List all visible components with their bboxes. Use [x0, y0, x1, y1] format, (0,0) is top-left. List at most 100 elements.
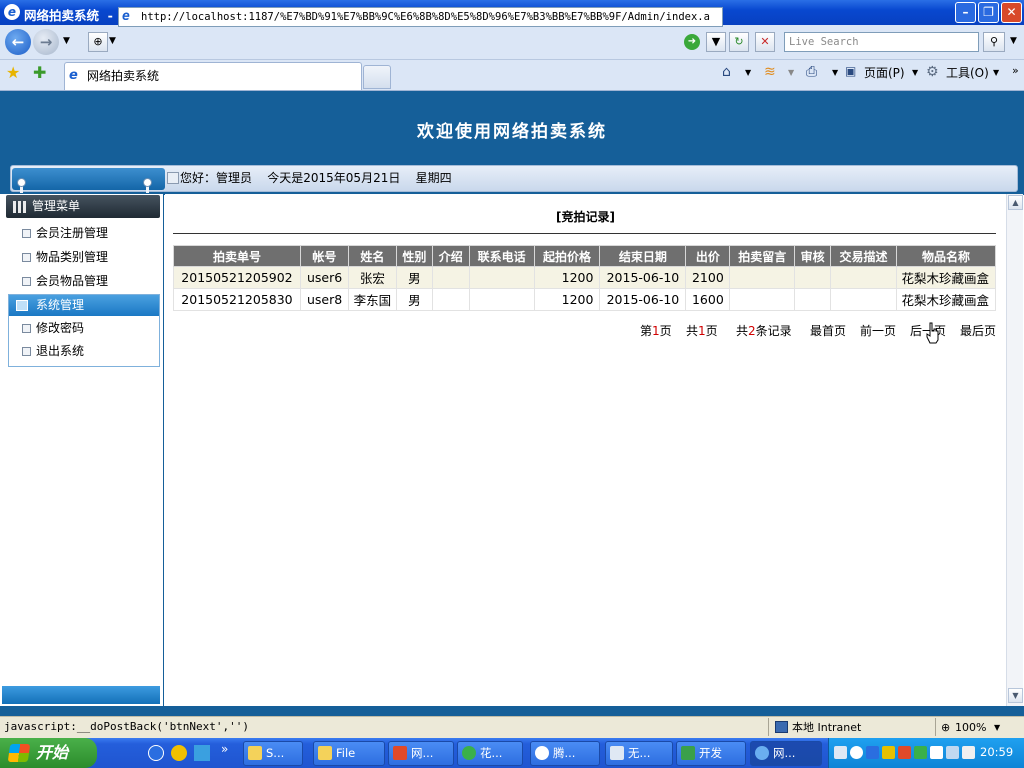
- table-cell: [830, 266, 897, 289]
- col-header: 拍卖单号: [173, 245, 301, 267]
- home-dropdown-icon[interactable]: ▼: [745, 68, 751, 77]
- table-cell: 1200: [533, 266, 601, 289]
- tray-icon[interactable]: [914, 746, 927, 759]
- taskbar-item[interactable]: 腾...: [530, 741, 600, 766]
- toolbar-overflow-icon[interactable]: »: [1012, 64, 1019, 77]
- taskbar-item[interactable]: S...: [243, 741, 303, 766]
- address-input[interactable]: e http://localhost:1187/%E7%BD%91%E7%BB%…: [118, 7, 723, 27]
- status-bar: javascript:__doPostBack('btnNext',''): [0, 716, 1024, 738]
- table-cell: user8: [299, 288, 349, 311]
- col-header: 交易描述: [830, 245, 897, 267]
- col-header: 出价: [685, 245, 731, 267]
- stop-icon[interactable]: ✕: [755, 32, 775, 52]
- forward-button[interactable]: →: [33, 29, 59, 55]
- taskbar-item[interactable]: 开发: [676, 741, 746, 766]
- print-dropdown-icon[interactable]: ▼: [832, 68, 838, 77]
- tools-dropdown-icon[interactable]: ▼: [993, 68, 999, 77]
- tray-icon[interactable]: [866, 746, 879, 759]
- tray-icon[interactable]: [850, 746, 863, 759]
- history-dropdown-icon[interactable]: ▼: [63, 36, 70, 46]
- zoom-level[interactable]: 100%: [955, 718, 986, 738]
- taskbar-item[interactable]: 花...: [457, 741, 523, 766]
- taskbar-item[interactable]: 网...: [750, 741, 822, 766]
- search-icon[interactable]: ⚲: [983, 32, 1005, 52]
- browser-tab[interactable]: e 网络拍卖系统: [64, 62, 362, 90]
- task-label: 开发: [699, 746, 722, 760]
- pager-prev-link[interactable]: 前一页: [860, 323, 896, 339]
- quicklaunch-desktop-icon[interactable]: [194, 745, 210, 761]
- task-label: File: [336, 746, 356, 760]
- taskbar-item[interactable]: 无...: [605, 741, 673, 766]
- pager-total-pages: 共1页: [686, 323, 718, 339]
- sidebar-item-category[interactable]: 物品类别管理: [22, 249, 108, 265]
- tray-icon[interactable]: [898, 746, 911, 759]
- tray-icon[interactable]: [882, 746, 895, 759]
- home-icon[interactable]: ⌂: [722, 64, 731, 80]
- scroll-up-icon[interactable]: ▲: [1008, 195, 1023, 210]
- sidebar-footer: [2, 686, 160, 704]
- close-window-button[interactable]: ✕: [1001, 2, 1022, 23]
- volume-icon[interactable]: [962, 746, 975, 759]
- address-dropdown-icon[interactable]: ▼: [706, 32, 726, 52]
- keyboard-icon[interactable]: [834, 746, 847, 759]
- tray-icon[interactable]: [930, 746, 943, 759]
- scroll-down-icon[interactable]: ▼: [1008, 688, 1023, 703]
- task-icon: [462, 746, 476, 760]
- hand-cursor-icon: [926, 322, 939, 344]
- sidebar-item-logout[interactable]: 退出系统: [22, 343, 84, 359]
- search-dropdown-icon[interactable]: ▼: [1010, 36, 1017, 46]
- refresh-icon[interactable]: ↻: [729, 32, 749, 52]
- quicklaunch-overflow-icon[interactable]: »: [221, 742, 228, 756]
- table-cell: [729, 266, 796, 289]
- sidebar-item-change-password[interactable]: 修改密码: [22, 320, 84, 336]
- add-favorites-icon[interactable]: ✚: [33, 63, 46, 82]
- zoom-dropdown-icon[interactable]: ▼: [994, 723, 1000, 732]
- windows-logo-icon: [7, 744, 31, 762]
- feeds-icon[interactable]: ≋: [764, 64, 776, 80]
- go-icon[interactable]: ➜: [684, 34, 700, 50]
- sidebar-item-member-goods[interactable]: 会员物品管理: [22, 273, 108, 289]
- page-menu[interactable]: 页面(P): [864, 65, 905, 81]
- strip-accent: [12, 168, 165, 190]
- tools-gear-icon: ⚙: [926, 64, 939, 80]
- sidebar-item-member-registration[interactable]: 会员注册管理: [22, 225, 108, 241]
- vertical-scrollbar[interactable]: ▲ ▼: [1006, 194, 1023, 706]
- table-row: 20150521205830 user8 李东国 男 1200 2015-06-…: [173, 288, 997, 311]
- print-icon[interactable]: ⎙: [806, 64, 817, 80]
- favorites-star-icon[interactable]: ★: [6, 63, 20, 82]
- feeds-dropdown-icon[interactable]: ▼: [788, 68, 794, 77]
- new-tab-button[interactable]: [363, 65, 391, 89]
- ie-logo-icon: e: [4, 4, 20, 20]
- table-cell: 花梨木珍藏画盒: [895, 266, 997, 289]
- quicklaunch-app-icon[interactable]: [171, 745, 187, 761]
- sidebar-item-label: 会员注册管理: [36, 226, 109, 240]
- maximize-button[interactable]: ❐: [978, 2, 999, 23]
- compat-dropdown-icon[interactable]: ▼: [109, 36, 116, 46]
- tab-title: 网络拍卖系统: [87, 69, 160, 83]
- pager-last-link[interactable]: 最后页: [960, 323, 996, 339]
- table-cell: [830, 288, 897, 311]
- section-divider: [173, 233, 996, 234]
- compat-view-icon[interactable]: ⊕: [88, 32, 108, 52]
- table-cell: [468, 288, 535, 311]
- taskbar-item[interactable]: File: [313, 741, 385, 766]
- page-menu-dropdown-icon[interactable]: ▼: [912, 68, 918, 77]
- minimize-button[interactable]: –: [955, 2, 976, 23]
- back-button[interactable]: ←: [5, 29, 31, 55]
- quicklaunch-ie-icon[interactable]: [148, 745, 164, 761]
- tools-menu[interactable]: 工具(O): [946, 65, 989, 81]
- table-cell: 2015-06-10: [599, 266, 687, 289]
- item-bullet-icon: [22, 253, 31, 262]
- taskbar-item[interactable]: 网...: [388, 741, 454, 766]
- table-row: 20150521205902 user6 张宏 男 1200 2015-06-1…: [173, 266, 997, 289]
- network-icon[interactable]: [946, 746, 959, 759]
- table-cell: [794, 288, 832, 311]
- section-title: [竞拍记录]: [556, 210, 615, 224]
- table-cell: 1200: [533, 288, 601, 311]
- task-label: 腾...: [553, 746, 576, 760]
- zoom-icon[interactable]: ⊕: [941, 718, 950, 738]
- pager-first-link[interactable]: 最首页: [810, 323, 846, 339]
- sidebar-item-label: 退出系统: [36, 344, 85, 358]
- pager-text: 共: [736, 324, 749, 338]
- search-input[interactable]: Live Search: [784, 32, 979, 52]
